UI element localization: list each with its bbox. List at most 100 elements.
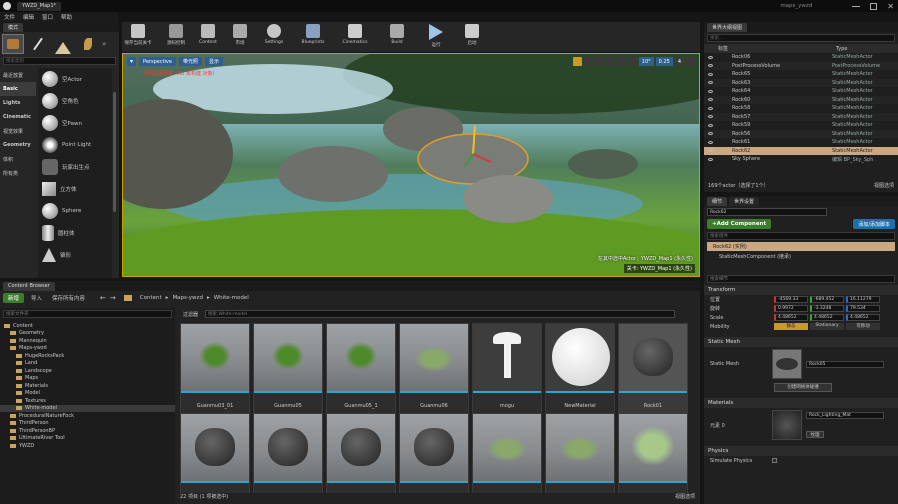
- placeable-item[interactable]: 空Actor: [38, 68, 112, 90]
- world-local-icon[interactable]: [605, 57, 615, 66]
- scale-y[interactable]: 4.48652: [810, 314, 844, 321]
- menu-file[interactable]: 文件: [4, 13, 15, 21]
- outliner-row[interactable]: Rock60 StaticMeshActor: [704, 95, 898, 104]
- visibility-eye-icon[interactable]: [708, 140, 713, 144]
- folder-tree-item[interactable]: ProceduralNatureFock: [0, 412, 175, 420]
- column-type[interactable]: Type: [836, 46, 847, 52]
- category-visual-effects[interactable]: 视觉效果: [0, 124, 36, 138]
- outliner-search[interactable]: 搜索...: [707, 34, 895, 42]
- visibility-eye-icon[interactable]: [708, 98, 713, 102]
- asset-tile[interactable]: NewMaterial: [545, 323, 615, 417]
- visibility-eye-icon[interactable]: [708, 64, 713, 68]
- outliner-row[interactable]: Rock57 StaticMeshActor: [704, 112, 898, 121]
- close-icon[interactable]: ✕: [887, 2, 894, 11]
- breadcrumb-white-model[interactable]: White-model: [214, 295, 249, 301]
- material-picker[interactable]: Rock_Lighting_Mat: [806, 412, 884, 419]
- content-browser-tab[interactable]: Content Browser: [3, 281, 55, 291]
- outliner-row[interactable]: Rock56 StaticMeshActor: [704, 129, 898, 138]
- location-y[interactable]: -689.452: [810, 296, 844, 303]
- add-new-button[interactable]: 新增: [3, 293, 25, 303]
- viewport-options-button[interactable]: ▾: [127, 57, 136, 66]
- folder-tree-item[interactable]: Textures: [0, 397, 175, 405]
- asset-search[interactable]: 搜索 White-model: [205, 310, 676, 318]
- folder-tree-item[interactable]: ThirdPerson: [0, 420, 175, 428]
- back-arrow-icon[interactable]: ←: [100, 294, 106, 302]
- location-z[interactable]: 16.11279: [846, 296, 880, 303]
- perspective-button[interactable]: Perspective: [139, 57, 176, 66]
- rotate-tool-icon[interactable]: [583, 57, 593, 66]
- column-label[interactable]: 标签: [718, 45, 836, 52]
- maximize-icon[interactable]: [870, 2, 878, 10]
- placeable-item[interactable]: 玩家出生点: [38, 156, 112, 178]
- outliner-tab[interactable]: 世界大纲视图: [707, 22, 748, 32]
- asset-tile[interactable]: [253, 413, 323, 493]
- outliner-row[interactable]: Rock65 StaticMeshActor: [704, 70, 898, 79]
- folder-tree-item[interactable]: Maps: [0, 375, 175, 383]
- outliner-view-options[interactable]: 视图选项: [874, 182, 894, 189]
- toolbar-content[interactable]: Content: [192, 22, 224, 52]
- visibility-eye-icon[interactable]: [708, 123, 713, 127]
- toolbar-build[interactable]: Build: [376, 22, 418, 52]
- outliner-row[interactable]: Rock61 StaticMeshActor: [704, 138, 898, 147]
- location-x[interactable]: -4569.33: [774, 296, 808, 303]
- asset-tile[interactable]: Guanmu03_01: [180, 323, 250, 417]
- modes-search[interactable]: 搜索类别: [3, 57, 116, 65]
- asset-tile[interactable]: [472, 413, 542, 493]
- toolbar-launch[interactable]: 启动: [454, 22, 490, 52]
- scale-snap-value[interactable]: 0.25: [655, 57, 673, 66]
- folder-tree-item[interactable]: ThirdPersonBP: [0, 427, 175, 435]
- paint-mode-icon[interactable]: [27, 34, 49, 54]
- folder-tree-item[interactable]: HugeRocksPack: [0, 352, 175, 360]
- visibility-eye-icon[interactable]: [708, 55, 713, 59]
- outliner-row[interactable]: Rock62 StaticMeshActor: [704, 146, 898, 155]
- toolbar-play[interactable]: 运行: [418, 22, 454, 52]
- foliage-mode-icon[interactable]: [77, 34, 99, 54]
- root-component[interactable]: Rock62 (实例): [707, 242, 895, 251]
- placeable-item[interactable]: Point Light: [38, 134, 112, 156]
- actor-name-field[interactable]: Rock62: [707, 208, 827, 216]
- visibility-eye-icon[interactable]: [708, 157, 713, 161]
- placeable-item[interactable]: Sphere: [38, 200, 112, 222]
- visibility-eye-icon[interactable]: [708, 132, 713, 136]
- visibility-eye-icon[interactable]: [708, 89, 713, 93]
- asset-tile[interactable]: Rock01: [618, 323, 688, 417]
- visibility-eye-icon[interactable]: [708, 81, 713, 85]
- rotation-y[interactable]: -3.3248: [810, 305, 844, 312]
- grid-snap-icon[interactable]: [627, 57, 637, 66]
- category-cinematic[interactable]: Cinematic: [0, 110, 36, 124]
- surface-snap-icon[interactable]: [616, 57, 626, 66]
- toolbar-blueprints[interactable]: Blueprints: [292, 22, 334, 52]
- folder-tree-item[interactable]: Land: [0, 360, 175, 368]
- mobility-movable[interactable]: 可移动: [846, 323, 880, 330]
- menu-edit[interactable]: 编辑: [23, 13, 34, 21]
- details-tab[interactable]: 细节: [707, 196, 728, 206]
- add-component-button[interactable]: +Add Component: [707, 219, 772, 229]
- save-all-button[interactable]: 保存所有内容: [49, 293, 88, 303]
- materials-section[interactable]: Materials: [704, 398, 898, 408]
- placeable-item[interactable]: 空角色: [38, 90, 112, 112]
- show-button[interactable]: 显示: [204, 57, 223, 66]
- breadcrumb-content[interactable]: Content: [140, 295, 162, 301]
- rotation-snap-value[interactable]: 10°: [638, 57, 654, 66]
- place-mode-icon[interactable]: [2, 34, 24, 54]
- forward-arrow-icon[interactable]: →: [110, 294, 116, 302]
- static-mesh-thumbnail[interactable]: [772, 349, 802, 379]
- mobility-static[interactable]: 静态: [774, 323, 808, 330]
- modes-tab[interactable]: 模式: [3, 22, 24, 32]
- menu-help[interactable]: 帮助: [61, 13, 72, 21]
- category-lights[interactable]: Lights: [0, 96, 36, 110]
- rotation-z[interactable]: 79.534: [846, 305, 880, 312]
- asset-tile[interactable]: Guanmu05: [253, 323, 323, 417]
- folder-tree-item[interactable]: UltimateRiver Tool: [0, 435, 175, 443]
- outliner-row[interactable]: Rock63 StaticMeshActor: [704, 78, 898, 87]
- level-tab[interactable]: YWZD_Map1*: [17, 1, 62, 11]
- simulate-physics-checkbox[interactable]: [772, 458, 777, 463]
- translate-tool-icon[interactable]: [572, 57, 582, 66]
- toolbar-cinematics[interactable]: Cinematics: [334, 22, 376, 52]
- asset-tile[interactable]: Guanmu06: [399, 323, 469, 417]
- asset-tile[interactable]: [399, 413, 469, 493]
- category-geometry[interactable]: Geometry: [0, 138, 36, 152]
- camera-speed[interactable]: 4: [674, 57, 684, 66]
- mobility-stationary[interactable]: Stationary: [810, 323, 844, 330]
- placeable-item[interactable]: 立方体: [38, 178, 112, 200]
